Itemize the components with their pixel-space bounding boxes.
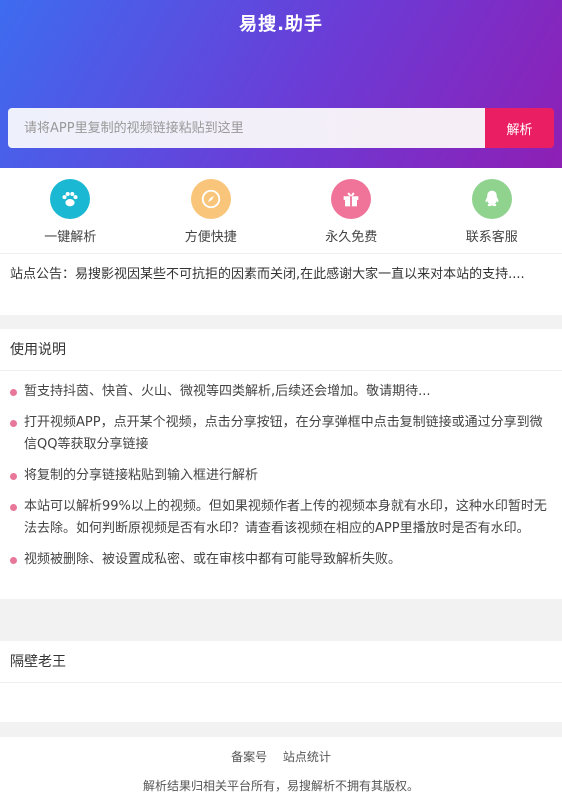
usage-card: 使用说明 暂支持抖茵、快首、火山、微视等四类解析,后续还会增加。敬请期待... … (0, 329, 562, 599)
gift-icon (331, 179, 372, 219)
feature-label: 联系客服 (465, 230, 518, 245)
feature-convenient[interactable]: 方便快捷 (141, 168, 282, 253)
feature-contact-support[interactable]: 联系客服 (422, 168, 562, 253)
feature-free-forever[interactable]: 永久免费 (281, 168, 422, 253)
icp-link[interactable]: 备案号 (231, 750, 267, 764)
site-stats-link[interactable]: 站点统计 (283, 750, 331, 764)
feature-one-click-parse[interactable]: 一键解析 (0, 168, 141, 253)
footer-links: 备案号 站点统计 (0, 737, 562, 765)
compass-icon (190, 179, 231, 219)
list-item: 打开视频APP，点开某个视频，点击分享按钮，在分享弹框中点击复制链接或通过分享到… (10, 412, 552, 456)
list-item: 本站可以解析99%以上的视频。但如果视频作者上传的视频本身就有水印，这种水印暂时… (10, 496, 552, 540)
header-banner: 易搜.助手 解析 (0, 0, 562, 168)
usage-title: 使用说明 (0, 329, 562, 371)
video-link-input[interactable] (8, 108, 485, 148)
neighbor-title: 隔壁老王 (0, 641, 562, 683)
list-item: 将复制的分享链接粘贴到输入框进行解析 (10, 465, 552, 487)
qq-icon (471, 179, 512, 219)
copyright-text: 解析结果归相关平台所有，易搜解析不拥有其版权。 (142, 779, 419, 793)
paw-icon (50, 179, 91, 219)
neighbor-card: 隔壁老王 (0, 641, 562, 722)
feature-label: 永久免费 (325, 230, 378, 245)
search-bar: 解析 (8, 108, 554, 148)
footer: 备案号 站点统计 解析结果归相关平台所有，易搜解析不拥有其版权。 (0, 737, 562, 807)
list-item: 视频被删除、被设置成私密、或在审核中都有可能导致解析失败。 (10, 549, 552, 571)
feature-row: 一键解析 方便快捷 永久免费 联系客服 (0, 168, 562, 254)
usage-list: 暂支持抖茵、快首、火山、微视等四类解析,后续还会增加。敬请期待... 打开视频A… (0, 371, 562, 571)
feature-label: 一键解析 (44, 230, 97, 245)
list-item: 暂支持抖茵、快首、火山、微视等四类解析,后续还会增加。敬请期待... (10, 381, 552, 403)
parse-button[interactable]: 解析 (485, 108, 554, 148)
site-logo: 易搜.助手 (239, 14, 323, 35)
site-notice: 站点公告：易搜影视因某些不可抗拒的因素而关闭,在此感谢大家一直以来对本站的支持.… (0, 254, 562, 315)
feature-label: 方便快捷 (184, 230, 237, 245)
